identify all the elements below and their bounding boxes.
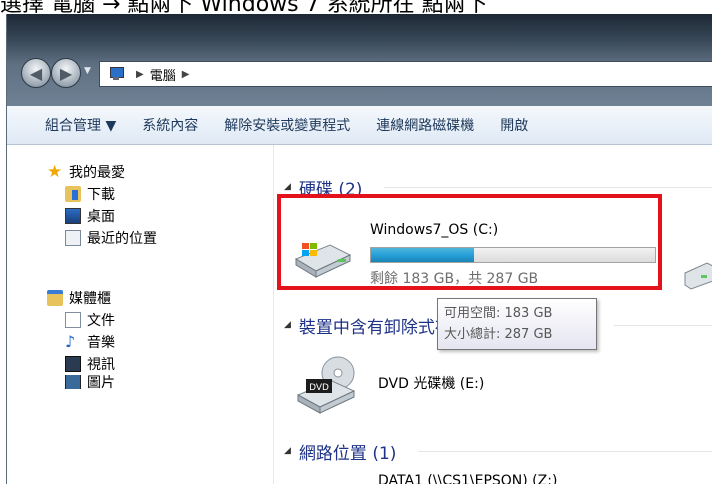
- drive-tooltip: 可用空間: 183 GB 大小總計: 287 GB: [437, 298, 597, 350]
- sidebar-item-documents[interactable]: 文件: [65, 309, 115, 331]
- collapse-triangle-icon[interactable]: ◢: [284, 182, 291, 192]
- sidebar-item-label: 桌面: [87, 209, 115, 225]
- collapse-triangle-icon[interactable]: ◢: [284, 446, 291, 456]
- dvd-drive-icon: DVD: [296, 356, 356, 414]
- uninstall-program-button[interactable]: 解除安裝或變更程式: [224, 115, 350, 135]
- forward-button[interactable]: ▶: [51, 58, 81, 88]
- music-note-icon: ♪: [65, 332, 76, 351]
- sidebar-item-pictures[interactable]: 圖片: [65, 375, 115, 389]
- downloads-folder-icon: [65, 186, 81, 202]
- computer-icon: [108, 67, 124, 81]
- tooltip-total-size: 大小總計: 287 GB: [444, 327, 553, 342]
- sidebar-item-label: 下載: [87, 187, 115, 203]
- sidebar-item-music[interactable]: ♪ 音樂: [65, 331, 115, 353]
- sidebar-item-label: 圖片: [87, 375, 115, 389]
- documents-icon: [65, 312, 81, 328]
- breadcrumb-separator-icon[interactable]: ▶: [182, 69, 190, 80]
- group-divider: [418, 451, 712, 452]
- group-divider: [614, 325, 712, 326]
- address-bar[interactable]: ▶ 電腦 ▶: [99, 61, 712, 87]
- sidebar-item-videos[interactable]: 視訊: [65, 353, 115, 375]
- sidebar-item-label: 媒體櫃: [69, 291, 111, 307]
- collapse-triangle-icon[interactable]: ◢: [284, 320, 291, 330]
- forward-arrow-icon: ▶: [59, 63, 73, 83]
- highlight-box: [277, 194, 662, 290]
- back-button[interactable]: ◀: [21, 58, 51, 88]
- sidebar-item-recent-places[interactable]: 最近的位置: [65, 227, 157, 249]
- network-drive-name[interactable]: DATA1 (\\CS1\EPSON) (Z:): [378, 473, 557, 484]
- system-properties-button[interactable]: 系統內容: [142, 115, 198, 135]
- tooltip-free-space: 可用空間: 183 GB: [444, 306, 553, 321]
- sidebar-item-desktop[interactable]: 桌面: [65, 205, 115, 227]
- command-bar: 組合管理 ▼ 系統內容 解除安裝或變更程式 連線網路磁碟機 開啟: [7, 106, 712, 145]
- sidebar-item-label: 最近的位置: [87, 231, 157, 247]
- sidebar-item-libraries[interactable]: 媒體櫃: [47, 287, 111, 309]
- sidebar-item-label: 文件: [87, 313, 115, 329]
- breadcrumb-separator-icon[interactable]: ▶: [136, 69, 144, 80]
- open-control-panel-button[interactable]: 開啟: [500, 115, 528, 135]
- libraries-icon: [47, 290, 63, 306]
- dvd-drive-tile[interactable]: DVD DVD 光碟機 (E:): [288, 349, 548, 419]
- group-header-network[interactable]: ◢ 網路位置 (1): [274, 439, 712, 464]
- recent-pages-dropdown-icon[interactable]: ▼: [84, 66, 91, 76]
- group-title: 網路位置 (1): [298, 443, 397, 464]
- back-arrow-icon: ◀: [29, 63, 43, 83]
- organize-button[interactable]: 組合管理 ▼: [45, 115, 116, 135]
- star-icon: ★: [47, 162, 63, 182]
- recent-places-icon: [65, 230, 81, 246]
- pictures-icon: [65, 375, 81, 389]
- sidebar-item-label: 我的最愛: [69, 165, 125, 181]
- window-chrome: ◀ ▶ ▼ ▶ 電腦 ▶: [7, 14, 712, 106]
- sidebar-item-favorites[interactable]: ★ 我的最愛: [47, 161, 125, 183]
- navigation-pane: ★ 我的最愛 下載 桌面 最近的位置 媒體櫃 文件 ♪ 音樂 視訊 圖片: [7, 145, 273, 484]
- video-film-icon: [65, 356, 81, 372]
- desktop-icon: [65, 208, 81, 224]
- group-divider: [384, 187, 712, 188]
- map-network-drive-button[interactable]: 連線網路磁碟機: [376, 115, 474, 135]
- second-hard-drive-icon[interactable]: [683, 251, 712, 291]
- dvd-logo-text: DVD: [309, 383, 329, 393]
- sidebar-item-label: 視訊: [87, 357, 115, 373]
- sidebar-item-label: 音樂: [87, 335, 115, 351]
- sidebar-item-downloads[interactable]: 下載: [65, 183, 115, 205]
- dvd-drive-name: DVD 光碟機 (E:): [378, 376, 485, 392]
- breadcrumb-computer[interactable]: 電腦: [150, 65, 176, 84]
